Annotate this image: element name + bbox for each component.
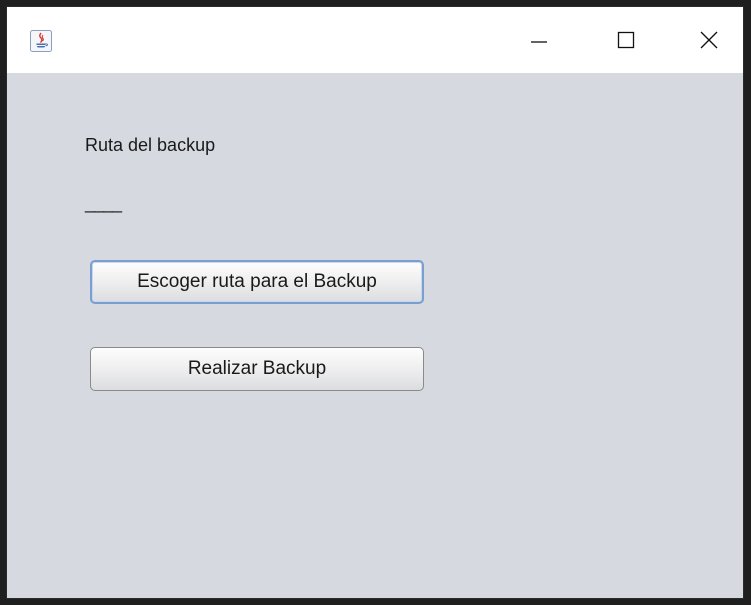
close-icon bbox=[700, 31, 718, 49]
minimize-icon bbox=[531, 41, 547, 43]
minimize-button[interactable] bbox=[516, 17, 562, 63]
maximize-button[interactable] bbox=[603, 17, 649, 63]
maximize-icon bbox=[617, 31, 635, 49]
path-label: Ruta del backup bbox=[85, 135, 216, 155]
perform-backup-button[interactable]: Realizar Backup bbox=[90, 347, 424, 391]
title-bar[interactable] bbox=[7, 7, 743, 73]
close-button[interactable] bbox=[686, 17, 732, 63]
content-panel: Ruta del backup ____ Escoger ruta para e… bbox=[7, 73, 743, 598]
choose-path-button[interactable]: Escoger ruta para el Backup bbox=[90, 260, 424, 304]
java-coffee-cup-icon[interactable] bbox=[30, 30, 52, 52]
app-window: Ruta del backup ____ Escoger ruta para e… bbox=[6, 6, 744, 599]
path-value: ____ bbox=[85, 193, 122, 213]
